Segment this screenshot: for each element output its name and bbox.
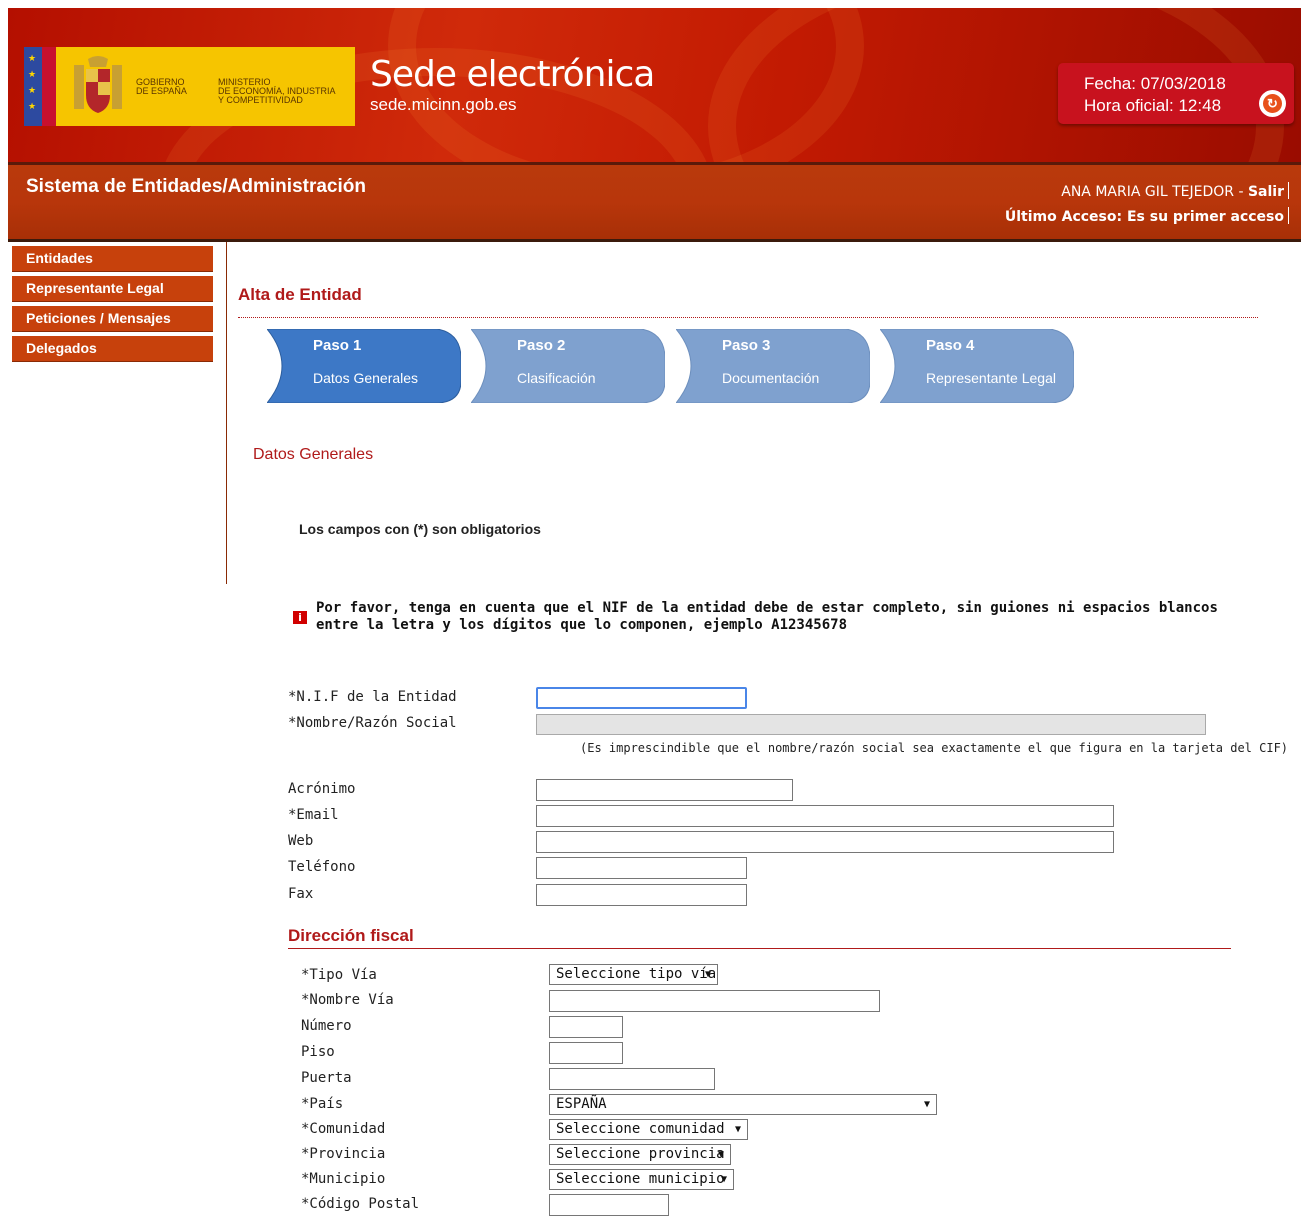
flag-red-strip [42,47,56,126]
acronimo-input[interactable] [536,779,793,801]
provincia-value: Seleccione provincia [556,1146,725,1162]
user-info: ANA MARIA GIL TEJEDOR - Salir [1061,182,1289,200]
tipo-via-select[interactable]: Seleccione tipo vía ▼ [549,964,718,985]
sidebar-item-representante-legal[interactable]: Representante Legal [12,276,213,302]
sidebar-item-peticiones-mensajes[interactable]: Peticiones / Mensajes [12,306,213,332]
required-note: Los campos con (*) son obligatorios [299,521,541,537]
chevron-down-icon: ▼ [704,969,711,980]
step-2-title: Paso 2 [517,337,566,354]
step-1-subtitle: Datos Generales [313,370,419,386]
puerta-input[interactable] [549,1068,715,1090]
sidebar-item-delegados[interactable]: Delegados [12,336,213,362]
tipo-via-label: *Tipo Vía [301,967,377,983]
telefono-input[interactable] [536,857,747,879]
step-4[interactable]: Paso 4 Representante Legal [880,329,1074,403]
ministerio-text: MINISTERIO DE ECONOMÍA, INDUSTRIA Y COMP… [218,77,336,105]
codigo-postal-label: *Código Postal [301,1196,420,1212]
logout-link[interactable]: Salir [1248,184,1284,200]
step-3-title: Paso 3 [722,337,771,354]
codigo-postal-input[interactable] [549,1194,669,1216]
provincia-label: *Provincia [301,1146,386,1162]
step-4-shape [880,329,1074,403]
municipio-select[interactable]: Seleccione municipio ▼ [549,1169,734,1190]
system-bar-divider [8,239,1301,242]
gobierno-text: GOBIERNO DE ESPAÑA [136,77,187,96]
step-2[interactable]: Paso 2 Clasificación [471,329,665,403]
page-title: Alta de Entidad [238,285,362,304]
clock-time: Hora oficial: 12:48 [1084,96,1222,115]
sidebar-item-entidades[interactable]: Entidades [12,246,213,272]
email-label: *Email [288,807,339,823]
comunidad-select[interactable]: Seleccione comunidad ▼ [549,1119,748,1140]
puerta-label: Puerta [301,1070,352,1086]
separator [1288,182,1289,199]
section-title: Datos Generales [253,446,374,463]
last-access: Último Acceso: Es su primer acceso [1005,207,1289,225]
acronimo-label: Acrónimo [288,781,356,797]
numero-input[interactable] [549,1016,623,1038]
pais-label: *País [301,1096,344,1112]
telefono-label: Teléfono [288,859,356,875]
nif-label: *N.I.F de la Entidad [288,689,457,705]
municipio-label: *Municipio [301,1171,386,1187]
step-2-shape [471,329,665,403]
pais-value: ESPAÑA [556,1096,607,1112]
piso-input[interactable] [549,1042,623,1064]
info-icon: i [293,611,307,624]
web-label: Web [288,833,314,849]
separator [1288,207,1289,224]
numero-label: Número [301,1018,352,1034]
chevron-down-icon: ▼ [720,1174,727,1185]
provincia-select[interactable]: Seleccione provincia ▼ [549,1144,731,1165]
nif-info-message: Por favor, tenga en cuenta que el NIF de… [316,600,1218,633]
title-divider [238,317,1258,318]
fiscal-address-title: Dirección fiscal [288,926,414,945]
step-3-shape [676,329,870,403]
chevron-down-icon: ▼ [717,1149,724,1160]
site-title[interactable]: Sede electrónica [370,54,655,95]
chevron-down-icon: ▼ [734,1124,741,1135]
nif-input[interactable] [536,687,747,709]
web-input[interactable] [536,831,1114,853]
fax-label: Fax [288,886,314,902]
comunidad-label: *Comunidad [301,1121,386,1137]
site-url[interactable]: sede.micinn.gob.es [370,95,516,115]
cif-note: (Es imprescindible que el nombre/razón s… [580,741,1289,755]
last-access-text: Último Acceso: Es su primer acceso [1004,209,1284,225]
fax-input[interactable] [536,884,747,906]
municipio-value: Seleccione municipio [556,1171,725,1187]
step-3-subtitle: Documentación [722,370,820,386]
eu-flag-strip: ★ ★ ★ ★ [24,47,42,126]
tipo-via-value: Seleccione tipo vía [556,966,717,982]
user-name: ANA MARIA GIL TEJEDOR - [1061,184,1248,200]
step-2-subtitle: Clasificación [517,370,596,386]
clock-icon[interactable]: ↻ [1259,90,1286,117]
nombre-via-label: *Nombre Vía [301,992,394,1008]
fiscal-address-divider [288,948,1231,949]
coat-of-arms-icon [74,56,122,113]
piso-label: Piso [301,1044,335,1060]
nombre-label: *Nombre/Razón Social [288,715,457,731]
nombre-via-input[interactable] [549,990,880,1012]
step-4-subtitle: Representante Legal [926,370,1056,386]
official-clock: Fecha: 07/03/2018 Hora oficial: 12:48 ↻ [1058,63,1294,124]
system-title: Sistema de Entidades/Administración [26,176,366,197]
nombre-input[interactable] [536,714,1206,735]
step-1-shape [267,329,461,403]
step-1[interactable]: Paso 1 Datos Generales [267,329,461,403]
sidebar: Entidades Representante Legal Peticiones… [12,246,213,366]
step-3[interactable]: Paso 3 Documentación [676,329,870,403]
chevron-down-icon: ▼ [923,1099,930,1110]
sidebar-divider [226,242,227,584]
email-input[interactable] [536,805,1114,827]
step-1-title: Paso 1 [313,337,362,354]
pais-select[interactable]: ESPAÑA ▼ [549,1094,937,1115]
step-4-title: Paso 4 [926,337,975,354]
comunidad-value: Seleccione comunidad [556,1121,725,1137]
clock-date: Fecha: 07/03/2018 [1084,74,1226,93]
